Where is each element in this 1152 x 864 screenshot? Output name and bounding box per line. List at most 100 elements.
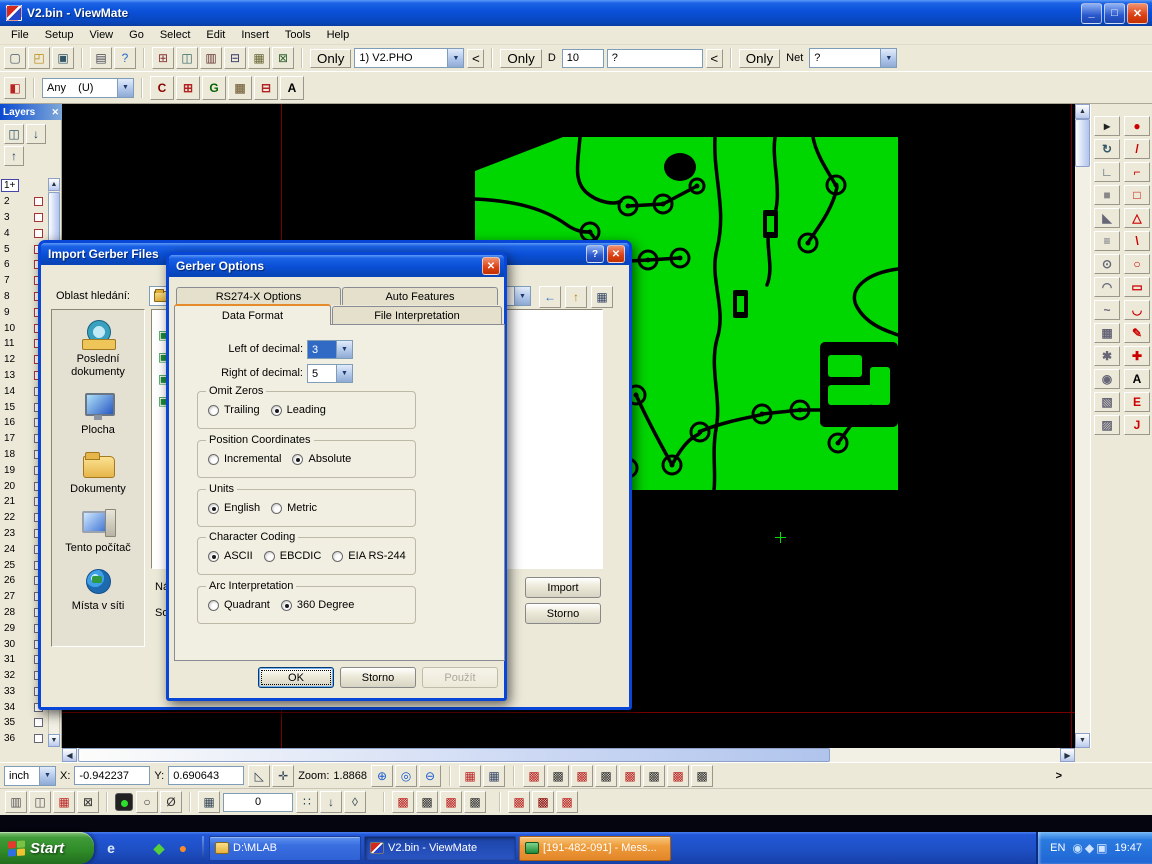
step-grid-icon[interactable]: ▦ — [198, 791, 220, 813]
origin-icon[interactable]: ✛ — [272, 765, 294, 787]
overlay-pattern-icon-8[interactable]: ▩ — [691, 765, 713, 787]
menu-item[interactable]: Select — [152, 27, 199, 43]
scroll-more-icon[interactable]: > — [1056, 770, 1062, 782]
lasso-icon[interactable]: ○ — [136, 791, 158, 813]
select-mode-icon[interactable]: ◧ — [4, 77, 26, 99]
radio-option[interactable]: EIA RS-244 — [332, 550, 405, 562]
dcode-value-field[interactable]: 10 — [562, 49, 604, 68]
taskbar-task-button[interactable]: V2.bin - ViewMate — [364, 836, 516, 861]
up-folder-icon[interactable]: ↑ — [565, 286, 587, 308]
layer-row[interactable]: 4 — [1, 225, 47, 241]
pad-style-icon-2[interactable]: ▩ — [416, 791, 438, 813]
pad-style-icon-4[interactable]: ▩ — [464, 791, 486, 813]
pad-style-icon-3[interactable]: ▩ — [440, 791, 462, 813]
layer-color-swatch[interactable] — [34, 197, 43, 206]
radio-option[interactable]: 360 Degree — [281, 599, 355, 611]
arc-up-tool-icon[interactable]: ◠ — [1094, 277, 1120, 297]
grid-tool-icon[interactable]: ▦ — [1094, 323, 1120, 343]
window-titlebar[interactable]: V2.bin - ViewMate _ □ ✕ — [0, 0, 1152, 26]
language-bar-icon[interactable]: ◉ — [1072, 841, 1082, 855]
aperture-list-icon[interactable]: ▥ — [200, 47, 222, 69]
pad-tool-icon[interactable]: ● — [1124, 116, 1150, 136]
menu-item[interactable]: Edit — [198, 27, 233, 43]
dots-grid-icon[interactable]: ∷ — [296, 791, 318, 813]
radio-option[interactable]: Absolute — [292, 453, 351, 465]
chevron-down-icon[interactable] — [336, 365, 352, 382]
new-file-icon[interactable]: ▢ — [4, 47, 26, 69]
rect-tool-icon[interactable]: □ — [1124, 185, 1150, 205]
layer-row[interactable]: 2 — [1, 194, 47, 210]
move-layer-up-button[interactable]: ↑ — [4, 146, 24, 166]
join-tool-icon[interactable]: J — [1124, 415, 1150, 435]
layer-table-icon[interactable]: ◫ — [176, 47, 198, 69]
taskbar-task-button[interactable]: [191-482-091] - Mess... — [519, 836, 671, 861]
polyline-tool-icon[interactable]: ⌐ — [1124, 162, 1150, 182]
active-layer-combo[interactable]: 1) V2.PHO — [354, 48, 464, 68]
menu-item[interactable]: Insert — [233, 27, 277, 43]
scroll-up-icon[interactable] — [1075, 104, 1090, 119]
only-dcode-toggle[interactable]: Only — [500, 49, 541, 68]
film-dark-icon[interactable]: ⊠ — [77, 791, 99, 813]
highlight-h-button[interactable]: ⊟ — [254, 76, 278, 100]
overlay-pattern-icon-7[interactable]: ▩ — [667, 765, 689, 787]
scroll-right-icon[interactable] — [1060, 748, 1075, 762]
overlay-pattern-icon-1[interactable]: ▩ — [523, 765, 545, 787]
radio-option[interactable]: ASCII — [208, 550, 253, 562]
film-box-icon[interactable]: ▥ — [5, 791, 27, 813]
edit-tool-icon[interactable]: E — [1124, 392, 1150, 412]
draw-status-light-icon[interactable] — [115, 793, 133, 811]
layers-panel-header[interactable]: Layers ✕ — [0, 104, 62, 120]
pad-flash-icon[interactable]: Ø — [160, 791, 182, 813]
fill-tool-icon[interactable]: ■ — [1094, 185, 1120, 205]
step-value-field[interactable]: 0 — [223, 793, 293, 812]
radio-option[interactable]: Quadrant — [208, 599, 270, 611]
wave-tool-icon[interactable]: ~ — [1094, 300, 1120, 320]
network-status-icon[interactable]: ▣ — [1096, 841, 1107, 855]
text-tool-button[interactable]: A — [280, 76, 304, 100]
cancel-button[interactable]: Storno — [340, 667, 416, 688]
start-button[interactable]: Start — [0, 832, 94, 864]
block-tool-icon[interactable]: ▨ — [1094, 415, 1120, 435]
ie-quicklaunch-icon[interactable]: e — [102, 839, 120, 857]
pad-style-icon-6[interactable]: ▩ — [532, 791, 554, 813]
star-tool-icon[interactable]: ✱ — [1094, 346, 1120, 366]
close-button[interactable]: ✕ — [1127, 3, 1148, 24]
chevron-down-icon[interactable] — [447, 49, 463, 67]
scroll-up-icon[interactable] — [48, 178, 60, 191]
horizontal-scrollbar[interactable] — [0, 748, 1152, 762]
net-filter-combo[interactable]: ? — [809, 48, 897, 68]
scroll-down-icon[interactable] — [1075, 733, 1090, 748]
selection-filter-combo[interactable]: Any (U) — [42, 78, 134, 98]
back-icon[interactable]: ← — [539, 286, 561, 308]
views-icon[interactable]: ▦ — [591, 286, 613, 308]
highlight-c-button[interactable]: C — [150, 76, 174, 100]
scroll-down-icon[interactable] — [48, 734, 60, 747]
menu-item[interactable]: File — [3, 27, 37, 43]
left-of-decimal-combo[interactable]: 3 — [307, 340, 353, 359]
dcode-filter-field[interactable]: ? — [607, 49, 703, 68]
film-box2-icon[interactable]: ◫ — [29, 791, 51, 813]
only-net-toggle[interactable]: Only — [739, 49, 780, 68]
close-button[interactable]: ✕ — [482, 257, 500, 275]
places-bar-item[interactable]: Plocha — [54, 391, 142, 437]
pad-style-icon-5[interactable]: ▩ — [508, 791, 530, 813]
tab-rs274x-options[interactable]: RS274-X Options — [176, 287, 341, 305]
scrollbar-thumb[interactable] — [1075, 119, 1090, 167]
radio-option[interactable]: Trailing — [208, 404, 260, 416]
only-layer-toggle[interactable]: Only — [310, 49, 351, 68]
close-button[interactable]: ✕ — [607, 245, 625, 263]
menu-item[interactable]: View — [81, 27, 121, 43]
zoom-window-icon[interactable]: ◎ — [395, 765, 417, 787]
pad-style-icon-7[interactable]: ▩ — [556, 791, 578, 813]
update-status-icon[interactable]: ◆ — [1085, 841, 1094, 855]
drop-marker-icon[interactable]: ↓ — [320, 791, 342, 813]
arc-down-tool-icon[interactable]: ◡ — [1124, 300, 1150, 320]
cross-tool-icon[interactable]: ✚ — [1124, 346, 1150, 366]
scroll-left-icon[interactable] — [62, 748, 77, 762]
menu-item[interactable]: Help — [319, 27, 358, 43]
overlay-pattern-icon-4[interactable]: ▩ — [595, 765, 617, 787]
film-red-icon[interactable]: ▦ — [53, 791, 75, 813]
overlay-pattern-icon-5[interactable]: ▩ — [619, 765, 641, 787]
chevron-down-icon[interactable] — [880, 49, 896, 67]
diagonal-tool-icon[interactable]: \ — [1124, 231, 1150, 251]
